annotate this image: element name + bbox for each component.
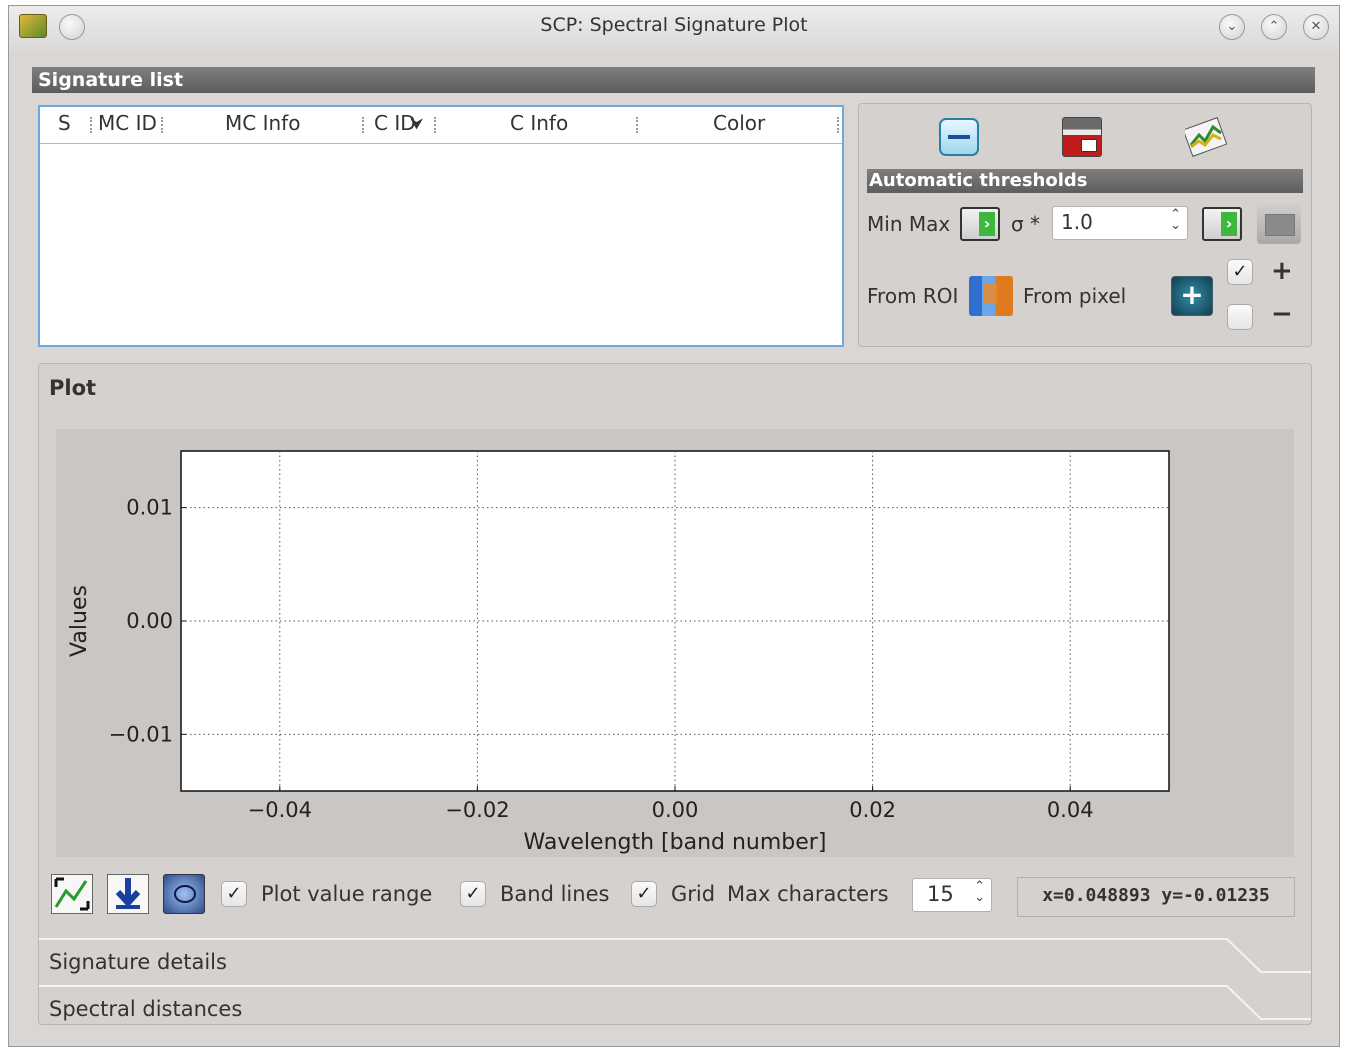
plot-value-range-checkbox[interactable]: ✓ [221,881,247,907]
column-header-c-info[interactable]: C Info [510,111,568,135]
subtract-threshold-checkbox[interactable] [1227,304,1253,330]
max-characters-value: 15 [927,882,954,906]
min-max-threshold-button[interactable]: › [960,207,1000,241]
signature-details-tab[interactable]: Signature details [39,938,1311,984]
pixel-threshold-button[interactable]: + [1171,276,1213,316]
sigma-spinbox[interactable]: 1.0 ⌃ ⌄ [1052,206,1188,240]
from-roi-label: From ROI [867,284,959,308]
download-arrow-icon [115,878,141,909]
column-header-s[interactable]: S [58,111,71,135]
fit-extent-icon [54,877,90,911]
x-tick-label: −0.02 [445,798,509,822]
threshold-icon [1265,214,1295,236]
maximize-button[interactable]: ⌃ [1261,14,1287,40]
title-bar: SCP: Spectral Signature Plot ⌄ ⌃ ✕ [9,6,1339,50]
signature-list-header: Signature list [32,67,1315,93]
spectral-distances-tab[interactable]: Spectral distances [39,985,1311,1031]
x-tick-label: −0.04 [248,798,312,822]
sigma-threshold-button[interactable]: › [1202,207,1242,241]
zoom-icon [174,885,196,903]
signature-tools-panel: Automatic thresholds Min Max › σ * 1.0 ⌃… [858,103,1312,347]
plus-label: + [1271,256,1293,286]
spectral-signature-plot-window: SCP: Spectral Signature Plot ⌄ ⌃ ✕ Signa… [8,5,1340,1047]
sigma-label: σ * [1011,212,1041,236]
x-tick-label: 0.04 [1047,798,1094,822]
minus-icon [948,135,970,139]
plot-value-range-label: Plot value range [261,882,433,906]
signature-table[interactable]: S MC ID MC Info C ID ⮟ C Info Color [38,105,844,347]
export-icon [1081,139,1097,152]
import-spectral-library-button[interactable] [1182,117,1228,157]
save-plot-button[interactable] [107,874,149,914]
x-tick-label: 0.00 [652,798,699,822]
max-characters-label: Max characters [727,882,889,906]
fit-to-data-button[interactable] [51,874,93,914]
signature-details-tab-label: Signature details [49,950,227,974]
arrow-right-icon: › [1221,212,1237,236]
close-button[interactable]: ✕ [1303,14,1329,40]
spectral-library-icon [1182,117,1228,157]
spin-arrows-icon: ⌃ ⌄ [974,879,985,905]
y-tick-label: 0.01 [126,496,173,520]
band-lines-label: Band lines [500,882,610,906]
from-pixel-label: From pixel [1023,284,1127,308]
y-axis-label: Values [67,585,92,657]
arrow-right-icon: › [979,212,995,236]
minimize-button[interactable]: ⌄ [1219,14,1245,40]
plot-groupbox: Plot −0.04 −0.02 0.00 0.02 0.04 −0.01 0.00 0.01… [38,363,1312,1025]
grid-label: Grid [671,882,716,906]
roi-icon [983,284,997,304]
plot-canvas-background: −0.04 −0.02 0.00 0.02 0.04 −0.01 0.00 0.01 Wavel… [56,429,1294,857]
minus-label: − [1271,299,1293,329]
window-title: SCP: Spectral Signature Plot [540,14,808,36]
max-characters-spinbox[interactable]: 15 ⌃ ⌄ [912,878,992,912]
spectral-distances-tab-label: Spectral distances [49,997,243,1021]
remove-signature-button[interactable] [939,118,979,156]
min-max-label: Min Max [867,212,951,236]
export-signature-button[interactable] [1062,117,1102,157]
spin-arrows-icon: ⌃ ⌄ [1170,207,1181,233]
roi-threshold-button[interactable] [969,276,1013,316]
sort-descending-icon: ⮟ [410,114,424,133]
zoom-plot-button[interactable] [163,874,205,914]
y-tick-label: 0.00 [126,609,173,633]
sigma-value: 1.0 [1061,210,1093,234]
x-tick-label: 0.02 [849,798,896,822]
x-axis-label: Wavelength [band number] [524,830,827,855]
plot-title: Plot [49,376,97,400]
cursor-coordinates-readout: x=0.048893 y=-0.01235 [1017,877,1295,917]
grid-checkbox[interactable]: ✓ [631,881,657,907]
column-header-mc-id[interactable]: MC ID [98,111,157,135]
y-tick-label: −0.01 [109,722,173,746]
plus-icon: + [1180,278,1204,311]
column-header-color[interactable]: Color [713,111,765,135]
column-header-mc-info[interactable]: MC Info [225,111,300,135]
automatic-thresholds-header: Automatic thresholds [867,169,1303,193]
spectral-signature-chart[interactable]: −0.04 −0.02 0.00 0.02 0.04 −0.01 0.00 0.01 Wavel… [56,429,1294,857]
signature-table-header: S MC ID MC Info C ID ⮟ C Info Color [40,107,842,144]
band-lines-checkbox[interactable]: ✓ [460,881,486,907]
threshold-settings-button[interactable] [1257,204,1301,244]
add-threshold-checkbox[interactable]: ✓ [1227,259,1253,285]
